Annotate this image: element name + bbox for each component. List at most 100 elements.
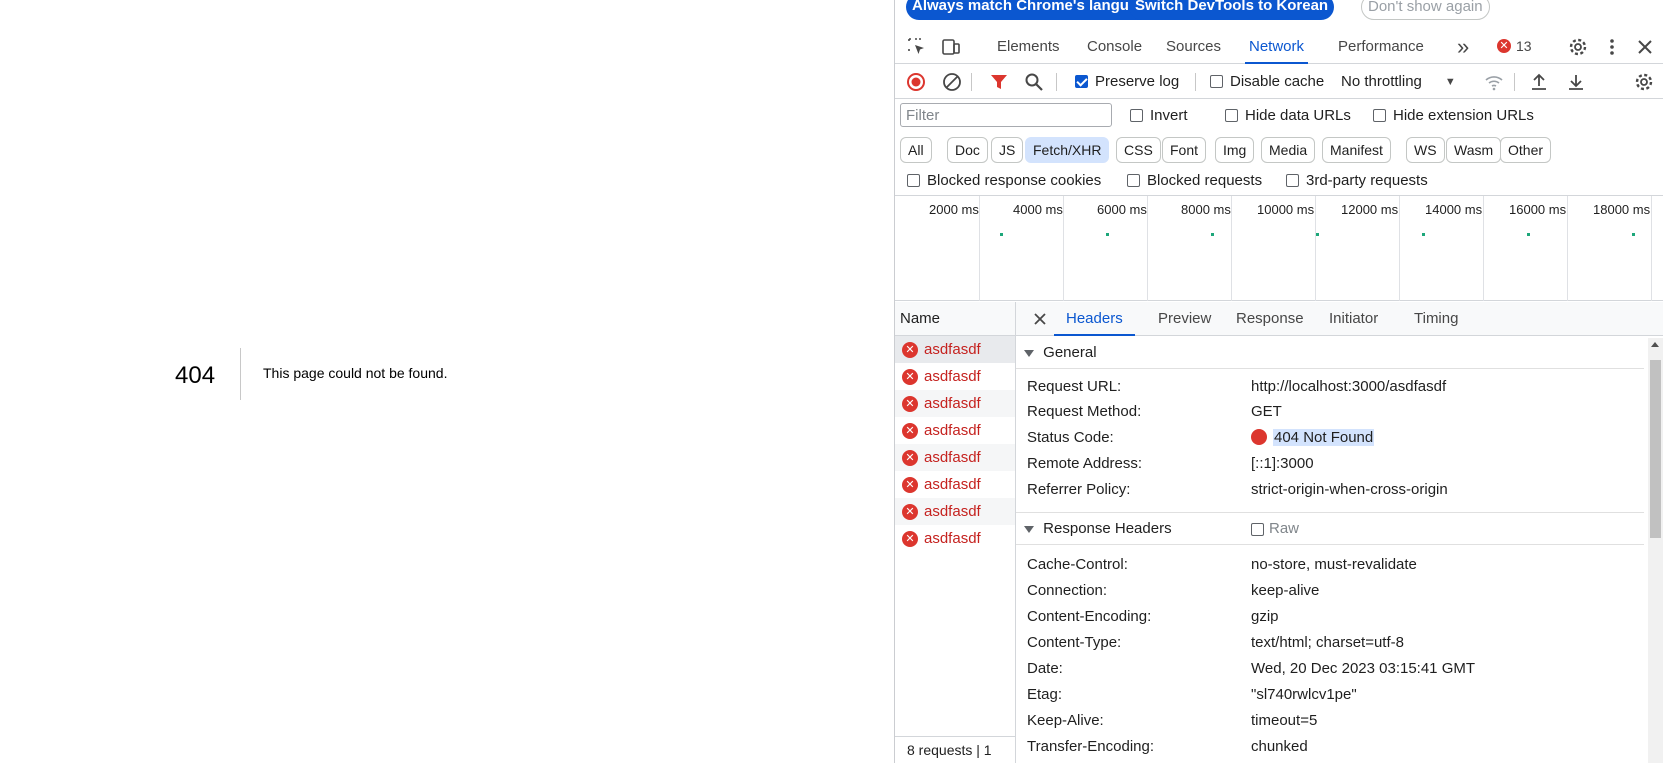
request-row[interactable]: ✕ asdfasdf <box>895 363 1015 390</box>
header-value[interactable]: keep-alive <box>1251 582 1319 599</box>
general-section-title: General <box>1043 344 1097 361</box>
disable-cache-checkbox[interactable]: Disable cache <box>1210 73 1324 90</box>
tab-preview[interactable]: Preview <box>1146 302 1223 336</box>
timeline-gridline <box>1063 196 1064 301</box>
header-row: Date: Wed, 20 Dec 2023 03:15:41 GMT <box>1016 656 1644 682</box>
header-key: Request URL: <box>1027 378 1122 395</box>
type-filter-font[interactable]: Font <box>1162 137 1207 163</box>
more-tabs-chevron-icon[interactable]: » <box>1453 30 1473 64</box>
filter-input[interactable] <box>900 103 1112 127</box>
response-headers-section-header[interactable]: Response Headers Raw <box>1016 513 1644 545</box>
hide-extension-urls-check[interactable] <box>1373 109 1386 122</box>
type-filter-doc[interactable]: Doc <box>947 137 988 163</box>
type-filter-css[interactable]: CSS <box>1116 137 1161 163</box>
general-section-header[interactable]: General <box>1016 337 1644 369</box>
request-row[interactable]: ✕ asdfasdf <box>895 417 1015 444</box>
header-value[interactable]: "sl740rwlcv1pe" <box>1251 686 1357 703</box>
switch-language-button[interactable]: Switch DevTools to Korean <box>1129 0 1335 20</box>
request-row[interactable]: ✕ asdfasdf <box>895 336 1015 363</box>
header-value[interactable]: Wed, 20 Dec 2023 03:15:41 GMT <box>1251 660 1475 677</box>
tab-performance[interactable]: Performance <box>1334 30 1428 64</box>
header-value[interactable]: gzip <box>1251 608 1279 625</box>
close-devtools-icon[interactable] <box>1634 36 1656 58</box>
search-icon[interactable] <box>1023 71 1045 93</box>
blocked-requests-check[interactable] <box>1127 174 1140 187</box>
type-filter-ws[interactable]: WS <box>1406 137 1445 163</box>
filter-funnel-icon[interactable] <box>988 71 1010 93</box>
request-row[interactable]: ✕ asdfasdf <box>895 390 1015 417</box>
network-settings-gear-icon[interactable] <box>1633 71 1655 93</box>
type-filter-all[interactable]: All <box>900 137 932 163</box>
clear-log-icon[interactable] <box>941 71 963 93</box>
type-filter-wasm[interactable]: Wasm <box>1446 137 1502 163</box>
request-summary-status: 8 requests | 1 <box>895 736 1016 763</box>
header-value[interactable]: timeout=5 <box>1251 712 1317 729</box>
tab-initiator[interactable]: Initiator <box>1317 302 1390 336</box>
status-code-value[interactable]: 404 Not Found <box>1251 429 1375 446</box>
tab-timing[interactable]: Timing <box>1402 302 1470 336</box>
kebab-menu-icon[interactable] <box>1601 36 1623 58</box>
preserve-log-checkbox[interactable]: Preserve log <box>1075 73 1179 90</box>
network-conditions-wifi-icon[interactable] <box>1483 71 1505 93</box>
blocked-requests-checkbox[interactable]: Blocked requests <box>1127 172 1262 189</box>
request-row[interactable]: ✕ asdfasdf <box>895 444 1015 471</box>
type-filter-fetch-xhr[interactable]: Fetch/XHR <box>1025 137 1110 163</box>
request-row[interactable]: ✕ asdfasdf <box>895 471 1015 498</box>
hide-extension-urls-checkbox[interactable]: Hide extension URLs <box>1373 107 1534 124</box>
dont-show-again-button[interactable]: Don't show again <box>1361 0 1490 20</box>
blocked-response-cookies-check[interactable] <box>907 174 920 187</box>
inspect-element-icon[interactable] <box>906 36 928 58</box>
preserve-log-check[interactable] <box>1075 75 1088 88</box>
error-counter[interactable]: ✕ 13 <box>1497 38 1532 54</box>
invert-checkbox[interactable]: Invert <box>1130 107 1188 124</box>
tab-headers[interactable]: Headers <box>1054 302 1135 336</box>
hide-data-urls-checkbox[interactable]: Hide data URLs <box>1225 107 1351 124</box>
blocked-response-cookies-checkbox[interactable]: Blocked response cookies <box>907 172 1101 189</box>
language-infobar: Always match Chrome's language Switch De… <box>895 0 1663 28</box>
header-value[interactable]: GET <box>1251 403 1282 420</box>
invert-check[interactable] <box>1130 109 1143 122</box>
hide-data-urls-check[interactable] <box>1225 109 1238 122</box>
type-filter-media[interactable]: Media <box>1261 137 1316 163</box>
throttling-select[interactable]: No throttling ▼ <box>1341 73 1456 90</box>
request-row[interactable]: ✕ asdfasdf <box>895 498 1015 525</box>
type-filter-other[interactable]: Other <box>1500 137 1552 163</box>
tab-network[interactable]: Network <box>1245 30 1309 64</box>
scroll-up-arrow-icon[interactable] <box>1651 342 1659 347</box>
export-har-download-icon[interactable] <box>1565 71 1587 93</box>
type-filter-js[interactable]: JS <box>991 137 1024 163</box>
device-toolbar-icon[interactable] <box>940 36 962 58</box>
network-overview-timeline[interactable]: 2000 ms 4000 ms 6000 ms 8000 ms 10000 ms… <box>895 196 1663 301</box>
request-detail-pane: Headers Preview Response Initiator Timin… <box>1016 302 1663 763</box>
header-value[interactable]: chunked <box>1251 738 1308 755</box>
header-value[interactable]: no-store, must-revalidate <box>1251 556 1417 573</box>
type-filter-manifest[interactable]: Manifest <box>1322 137 1391 163</box>
timeline-tick-label: 16000 ms <box>1509 202 1567 217</box>
name-column-header[interactable]: Name <box>895 302 1015 336</box>
tab-console[interactable]: Console <box>1083 30 1146 64</box>
raw-check[interactable] <box>1251 522 1264 536</box>
settings-gear-icon[interactable] <box>1567 36 1589 58</box>
match-language-button[interactable]: Always match Chrome's language <box>906 0 1161 20</box>
header-value[interactable]: http://localhost:3000/asdfasdf <box>1251 378 1446 395</box>
header-value[interactable]: text/html; charset=utf-8 <box>1251 634 1404 651</box>
type-filter-img[interactable]: Img <box>1215 137 1255 163</box>
stop-recording-icon[interactable] <box>905 71 927 93</box>
close-detail-icon[interactable] <box>1030 309 1050 329</box>
import-har-upload-icon[interactable] <box>1528 71 1550 93</box>
header-value[interactable]: strict-origin-when-cross-origin <box>1251 481 1448 498</box>
tab-response[interactable]: Response <box>1224 302 1316 336</box>
third-party-requests-checkbox[interactable]: 3rd-party requests <box>1286 172 1428 189</box>
detail-scrollbar[interactable] <box>1648 338 1663 763</box>
tab-sources[interactable]: Sources <box>1162 30 1225 64</box>
request-row[interactable]: ✕ asdfasdf <box>895 525 1015 552</box>
scrollbar-thumb[interactable] <box>1650 360 1661 538</box>
tab-elements[interactable]: Elements <box>993 30 1064 64</box>
header-value[interactable]: [::1]:3000 <box>1251 455 1314 472</box>
third-party-requests-check[interactable] <box>1286 174 1299 187</box>
request-name: asdfasdf <box>924 476 981 493</box>
timeline-request-mark <box>1211 233 1214 236</box>
raw-toggle[interactable]: Raw <box>1251 513 1299 545</box>
hide-extension-urls-label: Hide extension URLs <box>1393 107 1534 124</box>
disable-cache-check[interactable] <box>1210 75 1223 88</box>
